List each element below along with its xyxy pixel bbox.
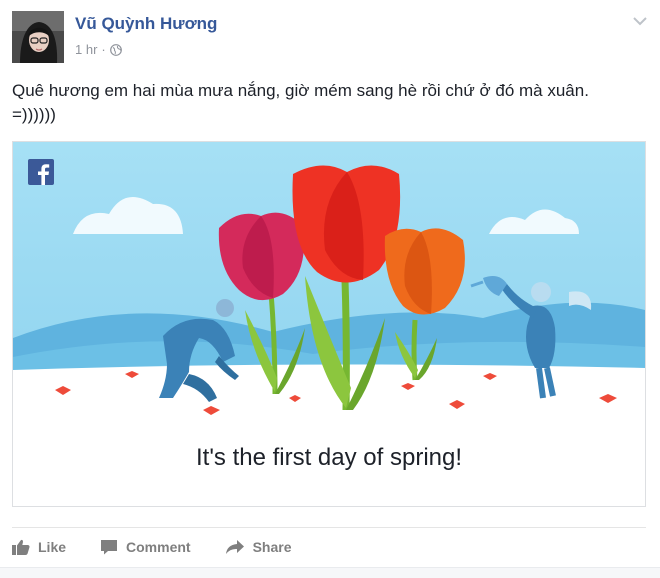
comment-icon: [101, 540, 118, 555]
action-divider: [12, 527, 646, 528]
post-text-line: Quê hương em hai mùa mưa nắng, giờ mém s…: [12, 81, 589, 100]
chevron-down-icon[interactable]: [632, 14, 648, 26]
share-label: Share: [252, 539, 292, 555]
like-icon: [12, 539, 30, 555]
author-name[interactable]: Vũ Quỳnh Hương: [75, 14, 217, 34]
post-text: Quê hương em hai mùa mưa nắng, giờ mém s…: [12, 79, 652, 127]
post-text-line: =)))))): [12, 105, 56, 124]
facebook-logo-icon: [28, 159, 54, 185]
card-caption: It's the first day of spring!: [195, 444, 463, 471]
share-button[interactable]: Share: [225, 539, 292, 555]
spring-illustration: [13, 142, 645, 424]
comment-label: Comment: [126, 539, 191, 555]
post-meta: 1 hr ·: [75, 42, 122, 57]
share-icon: [225, 540, 244, 554]
post-footer: [0, 567, 660, 578]
post-timestamp[interactable]: 1 hr: [75, 42, 97, 57]
comment-button[interactable]: Comment: [100, 539, 191, 555]
action-bar: Like Comment Share: [12, 535, 326, 559]
avatar[interactable]: [12, 11, 64, 63]
meta-separator: ·: [101, 42, 106, 57]
like-label: Like: [38, 539, 67, 555]
globe-icon[interactable]: [109, 43, 122, 56]
spring-card[interactable]: It's the first day of spring!: [12, 141, 646, 507]
like-button[interactable]: Like: [12, 539, 66, 555]
feed-post: Vũ Quỳnh Hương 1 hr · Quê hương em hai m…: [0, 0, 660, 578]
